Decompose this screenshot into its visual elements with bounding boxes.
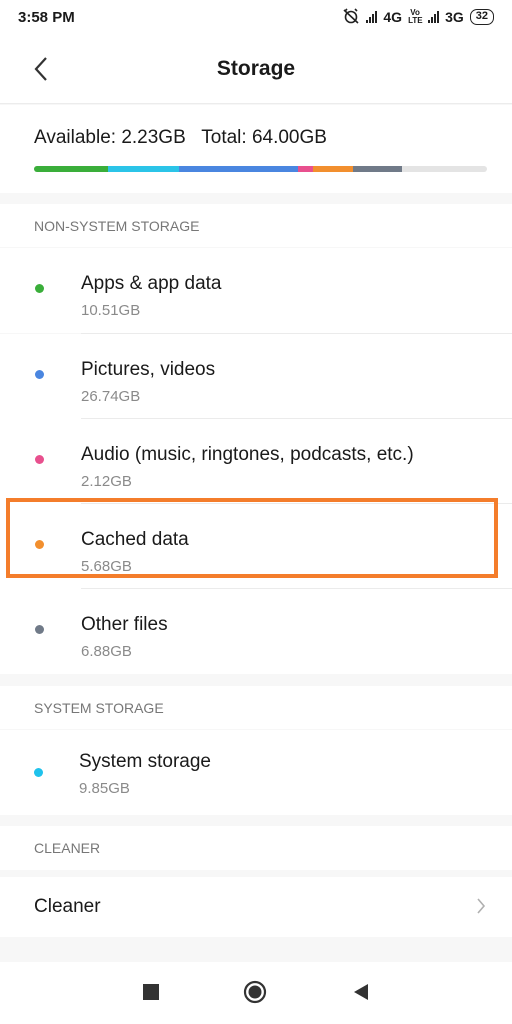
navigation-bar bbox=[0, 962, 512, 1024]
item-title: Audio (music, ringtones, podcasts, etc.) bbox=[81, 444, 414, 465]
home-circle-icon[interactable] bbox=[243, 980, 267, 1004]
item-size: 10.51GB bbox=[81, 302, 141, 319]
page-title: Storage bbox=[216, 56, 296, 80]
storage-summary: Available: 2.23GB Total: 64.00GB bbox=[0, 105, 512, 193]
highlight-box bbox=[6, 498, 498, 578]
back-triangle-icon[interactable] bbox=[349, 980, 373, 1004]
cleaner-button[interactable]: Cleaner bbox=[0, 877, 512, 937]
item-size: 9.85GB bbox=[79, 780, 130, 797]
item-title: Pictures, videos bbox=[81, 359, 216, 380]
storage-bar-segment bbox=[179, 166, 298, 172]
color-dot bbox=[35, 284, 44, 293]
item-size: 6.88GB bbox=[81, 643, 132, 660]
network-type-2: 3G bbox=[445, 9, 464, 25]
status-bar: 3:58 PM 4G Vo LTE 3G 32 bbox=[0, 0, 512, 34]
cleaner-label: Cleaner bbox=[34, 896, 101, 917]
color-dot bbox=[34, 768, 43, 777]
list-item-other-files[interactable]: Other files 6.88GB bbox=[0, 589, 512, 674]
total-label: Total: 64.00GB bbox=[201, 127, 327, 148]
chevron-right-icon bbox=[477, 898, 486, 914]
list-item-apps[interactable]: Apps & app data 10.51GB bbox=[0, 248, 512, 333]
storage-bar-segment bbox=[34, 166, 109, 172]
status-icons: 4G Vo LTE 3G 32 bbox=[342, 7, 494, 27]
status-time: 3:58 PM bbox=[18, 8, 75, 26]
color-dot bbox=[35, 625, 44, 634]
list-item-audio[interactable]: Audio (music, ringtones, podcasts, etc.)… bbox=[0, 419, 512, 504]
signal-icon-2 bbox=[428, 11, 440, 23]
storage-bar-segment bbox=[312, 166, 353, 172]
chevron-left-icon bbox=[34, 57, 47, 81]
signal-icon bbox=[366, 11, 378, 23]
alarm-off-icon bbox=[342, 7, 360, 27]
storage-bar-segment bbox=[108, 166, 180, 172]
storage-bar-segment bbox=[297, 166, 313, 172]
system-storage-header: SYSTEM STORAGE bbox=[0, 686, 512, 729]
color-dot bbox=[35, 455, 44, 464]
available-label: Available: 2.23GB bbox=[34, 127, 186, 148]
list-item-pictures[interactable]: Pictures, videos 26.74GB bbox=[0, 334, 512, 419]
recents-square-icon[interactable] bbox=[139, 980, 163, 1004]
network-type-1: 4G bbox=[383, 9, 403, 25]
color-dot bbox=[35, 370, 44, 379]
item-title: Other files bbox=[81, 614, 168, 635]
storage-bar-segment bbox=[352, 166, 402, 172]
battery-icon: 32 bbox=[469, 9, 494, 25]
storage-summary-text: Available: 2.23GB Total: 64.00GB bbox=[34, 127, 478, 149]
storage-usage-bar bbox=[34, 166, 487, 172]
app-bar: Storage bbox=[0, 34, 512, 104]
item-title: System storage bbox=[79, 751, 211, 772]
volte-icon: Vo LTE bbox=[408, 8, 423, 25]
item-size: 2.12GB bbox=[81, 473, 132, 490]
non-system-storage-header: NON-SYSTEM STORAGE bbox=[0, 204, 512, 247]
item-size: 26.74GB bbox=[81, 388, 141, 405]
back-button[interactable] bbox=[24, 52, 58, 86]
cleaner-header: CLEANER bbox=[0, 826, 512, 870]
list-item-system-storage[interactable]: System storage 9.85GB bbox=[0, 730, 512, 815]
item-title: Apps & app data bbox=[81, 273, 222, 294]
